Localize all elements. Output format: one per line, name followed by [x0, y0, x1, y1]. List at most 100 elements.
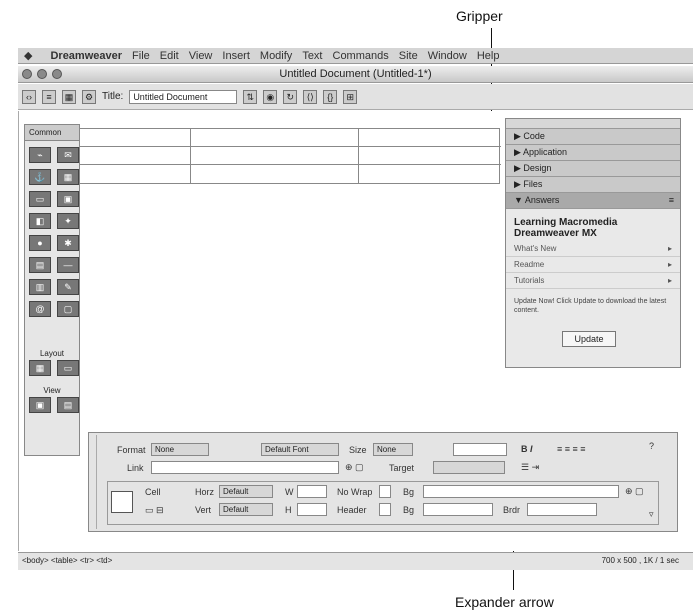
menu-insert[interactable]: Insert — [222, 50, 250, 62]
panel-group-design[interactable]: ▶ Design — [506, 161, 680, 177]
horz-label: Horz — [195, 487, 215, 497]
flash-icon[interactable]: ● — [29, 235, 51, 251]
tag-selector[interactable]: <body> <table> <tr> <td> — [22, 556, 112, 565]
menu-window[interactable]: Window — [428, 50, 467, 62]
live-data-icon[interactable]: ⚙ — [82, 89, 96, 104]
rollover-image-icon[interactable]: ◧ — [29, 213, 51, 229]
close-icon[interactable] — [22, 69, 32, 79]
preview-browser-icon[interactable]: ◉ — [263, 89, 278, 104]
nowrap-checkbox[interactable] — [379, 485, 391, 498]
table-cell[interactable] — [359, 129, 501, 147]
panel-group-answers[interactable]: ▼ Answers ≡ — [506, 193, 680, 209]
font-select[interactable]: Default Font — [261, 443, 339, 456]
table-cell[interactable] — [359, 147, 501, 165]
layout-view-icon[interactable]: ▭ — [57, 360, 79, 376]
browse-icon[interactable]: ⊕ ▢ — [625, 486, 644, 497]
answers-row-label: Readme — [514, 260, 545, 269]
shockwave-icon[interactable]: ✱ — [57, 235, 79, 251]
insert-bar-header[interactable]: Common — [25, 125, 79, 141]
update-button[interactable]: Update — [562, 331, 616, 347]
format-select[interactable]: None — [151, 443, 209, 456]
table-cell[interactable] — [79, 147, 191, 165]
menu-commands[interactable]: Commands — [333, 50, 389, 62]
menu-help[interactable]: Help — [477, 50, 500, 62]
bg-image-field[interactable] — [423, 485, 619, 498]
layer-icon[interactable]: ▭ — [29, 191, 51, 207]
point-to-file-icon[interactable]: ⊕ ▢ — [345, 462, 364, 473]
help-icon[interactable]: ? — [649, 441, 654, 451]
menu-site[interactable]: Site — [399, 50, 418, 62]
panel-group-code[interactable]: ▶ Code — [506, 129, 680, 145]
menu-file[interactable]: File — [132, 50, 150, 62]
email-link-icon[interactable]: ✉ — [57, 147, 79, 163]
table-cell[interactable] — [191, 165, 359, 183]
panel-dock-gripper[interactable] — [506, 119, 680, 129]
file-management-icon[interactable]: ⇅ — [243, 89, 258, 104]
bg-color-field[interactable] — [423, 503, 493, 516]
email-icon[interactable]: @ — [29, 301, 51, 317]
horizontal-rule-icon[interactable]: — — [57, 257, 79, 273]
hyperlink-icon[interactable]: ⌁ — [29, 147, 51, 163]
size-select[interactable]: None — [373, 443, 413, 456]
horz-select[interactable]: Default — [219, 485, 273, 498]
title-field[interactable]: Untitled Document — [129, 89, 238, 104]
answers-row-tutorials[interactable]: Tutorials ▸ — [506, 273, 680, 289]
table-icon[interactable]: ▦ — [57, 169, 79, 185]
target-select[interactable] — [433, 461, 505, 474]
design-mode-icon[interactable]: ▣ — [29, 397, 51, 413]
vert-select[interactable]: Default — [219, 503, 273, 516]
refresh-icon[interactable]: ↻ — [283, 89, 298, 104]
minimize-icon[interactable] — [37, 69, 47, 79]
table-cell[interactable] — [359, 165, 501, 183]
list-indent-icons[interactable]: ☰ ⇥ — [521, 462, 539, 473]
menu-app[interactable]: Dreamweaver — [50, 50, 122, 62]
menu-modify[interactable]: Modify — [260, 50, 292, 62]
link-field[interactable] — [151, 461, 339, 474]
align-icons[interactable]: ≡ ≡ ≡ ≡ — [557, 444, 586, 454]
split-mode-icon[interactable]: ▤ — [57, 397, 79, 413]
standard-view-icon[interactable]: ▦ — [29, 360, 51, 376]
template-icon[interactable]: ▢ — [57, 301, 79, 317]
view-options-icon[interactable]: ⊞ — [343, 89, 358, 104]
bold-italic-icon[interactable]: B I — [521, 444, 533, 454]
document-toolbar: ‹› ≡ ▦ ⚙ Title: Untitled Document ⇅ ◉ ↻ … — [18, 84, 693, 110]
reference-icon[interactable]: ⟨⟩ — [303, 89, 318, 104]
answers-row-readme[interactable]: Readme ▸ — [506, 257, 680, 273]
design-view-icon[interactable]: ▦ — [62, 89, 76, 104]
tabular-data-icon[interactable]: ▥ — [29, 279, 51, 295]
merge-split-icons[interactable]: ▭ ⊟ — [145, 505, 164, 516]
header-checkbox[interactable] — [379, 503, 391, 516]
height-field[interactable] — [297, 503, 327, 516]
comment-icon[interactable]: ✎ — [57, 279, 79, 295]
anchor-icon[interactable]: ⚓ — [29, 169, 51, 185]
border-color-field[interactable] — [527, 503, 597, 516]
menu-edit[interactable]: Edit — [160, 50, 179, 62]
panel-group-label: Design — [523, 163, 552, 173]
apple-icon[interactable]: ◆ — [24, 49, 32, 62]
table-cell[interactable] — [191, 129, 359, 147]
image-icon[interactable]: ▣ — [57, 191, 79, 207]
fireworks-html-icon[interactable]: ✦ — [57, 213, 79, 229]
answers-row-whats-new[interactable]: What's New ▸ — [506, 241, 680, 257]
title-label: Title: — [102, 91, 124, 102]
code-nav-icon[interactable]: {} — [323, 89, 338, 104]
zoom-icon[interactable] — [52, 69, 62, 79]
property-gripper[interactable] — [91, 435, 97, 529]
table-cell[interactable] — [79, 129, 191, 147]
text-color-field[interactable] — [453, 443, 507, 456]
width-field[interactable] — [297, 485, 327, 498]
document-table[interactable] — [78, 128, 501, 184]
expander-arrow-icon[interactable]: ▿ — [649, 509, 654, 520]
panel-group-files[interactable]: ▶ Files — [506, 177, 680, 193]
table-cell[interactable] — [79, 165, 191, 183]
menu-view[interactable]: View — [189, 50, 213, 62]
split-view-icon[interactable]: ≡ — [42, 89, 56, 104]
gripper-callout: Gripper — [456, 8, 503, 24]
panel-options-icon[interactable]: ≡ — [669, 193, 674, 208]
window-size-info[interactable]: 700 x 500 , 1K / 1 sec — [602, 553, 679, 569]
panel-group-application[interactable]: ▶ Application — [506, 145, 680, 161]
code-view-icon[interactable]: ‹› — [22, 89, 36, 104]
menu-text[interactable]: Text — [302, 50, 322, 62]
table-cell[interactable] — [191, 147, 359, 165]
date-icon[interactable]: ▤ — [29, 257, 51, 273]
